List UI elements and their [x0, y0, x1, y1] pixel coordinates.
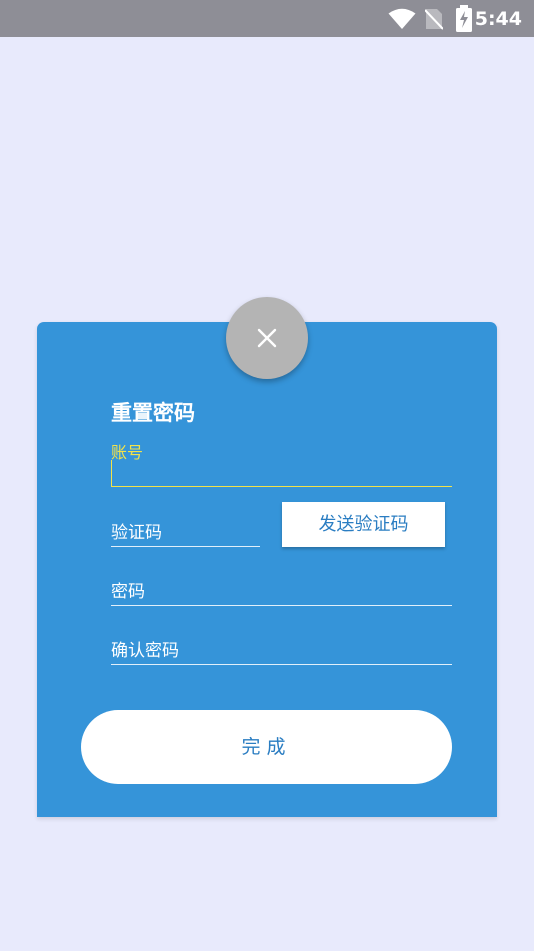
submit-button[interactable]: 完成: [81, 710, 452, 784]
page-title: 重置密码: [111, 401, 195, 425]
close-icon: [257, 328, 277, 348]
verification-code-input[interactable]: 验证码: [111, 512, 260, 547]
account-input[interactable]: [111, 460, 452, 487]
no-sim-icon: [425, 9, 443, 30]
confirm-password-input[interactable]: 确认密码: [111, 630, 452, 665]
password-placeholder: 密码: [111, 582, 145, 602]
send-code-button[interactable]: 发送验证码: [282, 502, 445, 547]
status-bar: 5:44: [0, 0, 534, 37]
confirm-password-placeholder: 确认密码: [111, 641, 179, 661]
battery-charging-icon: [456, 5, 472, 32]
close-button[interactable]: [226, 297, 308, 379]
password-input[interactable]: 密码: [111, 571, 452, 606]
status-time: 5:44: [474, 8, 522, 30]
verification-code-placeholder: 验证码: [111, 523, 162, 543]
wifi-icon: [388, 8, 416, 29]
